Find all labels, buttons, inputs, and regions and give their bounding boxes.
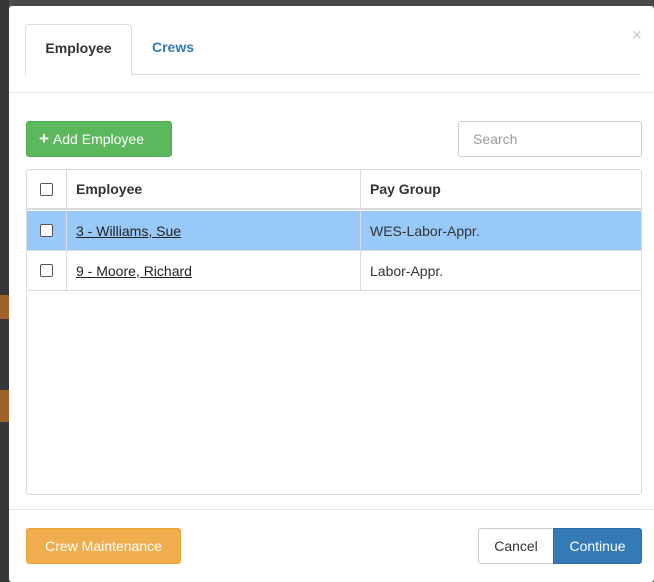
row-checkbox-cell xyxy=(27,211,67,250)
column-header-pay-group[interactable]: Pay Group xyxy=(361,170,641,208)
employee-cell: 9 - Moore, Richard xyxy=(67,251,361,290)
cancel-button[interactable]: Cancel xyxy=(478,528,554,564)
select-all-cell xyxy=(27,170,67,208)
background-strip xyxy=(0,0,9,582)
pay-group-cell: WES-Labor-Appr. xyxy=(370,222,480,239)
table-header: Employee Pay Group xyxy=(27,170,641,210)
add-employee-button[interactable]: + Add Employee xyxy=(26,121,172,157)
table-row[interactable]: 9 - Moore, Richard Labor-Appr. xyxy=(27,251,641,291)
plus-icon: + xyxy=(39,129,49,148)
background-accent xyxy=(0,295,9,319)
employee-link[interactable]: 9 - Moore, Richard xyxy=(76,263,192,279)
crew-maintenance-button[interactable]: Crew Maintenance xyxy=(26,528,181,564)
tab-crews[interactable]: Crews xyxy=(136,24,210,76)
continue-button[interactable]: Continue xyxy=(553,528,642,564)
add-employee-modal: × Employee Crews +Add Employee Employee … xyxy=(9,6,654,582)
column-header-employee[interactable]: Employee xyxy=(67,170,361,208)
row-checkbox[interactable] xyxy=(40,264,53,277)
search-input[interactable] xyxy=(458,121,642,157)
row-checkbox-cell xyxy=(27,251,67,290)
background-accent xyxy=(0,390,9,422)
employee-cell: 3 - Williams, Sue xyxy=(67,211,361,250)
table-row[interactable]: 3 - Williams, Sue WES-Labor-Appr. xyxy=(27,211,641,251)
row-checkbox[interactable] xyxy=(40,224,53,237)
tab-employee[interactable]: Employee xyxy=(25,24,132,76)
select-all-checkbox[interactable] xyxy=(40,182,53,196)
add-employee-label: Add Employee xyxy=(52,131,144,147)
pay-group-cell: Labor-Appr. xyxy=(370,262,444,279)
employee-link[interactable]: 3 - Williams, Sue xyxy=(76,223,181,239)
tab-bar: Employee Crews xyxy=(25,24,641,76)
employee-table: Employee Pay Group 3 - Williams, Sue WES… xyxy=(26,169,642,495)
modal-header: × Employee Crews xyxy=(9,6,654,93)
